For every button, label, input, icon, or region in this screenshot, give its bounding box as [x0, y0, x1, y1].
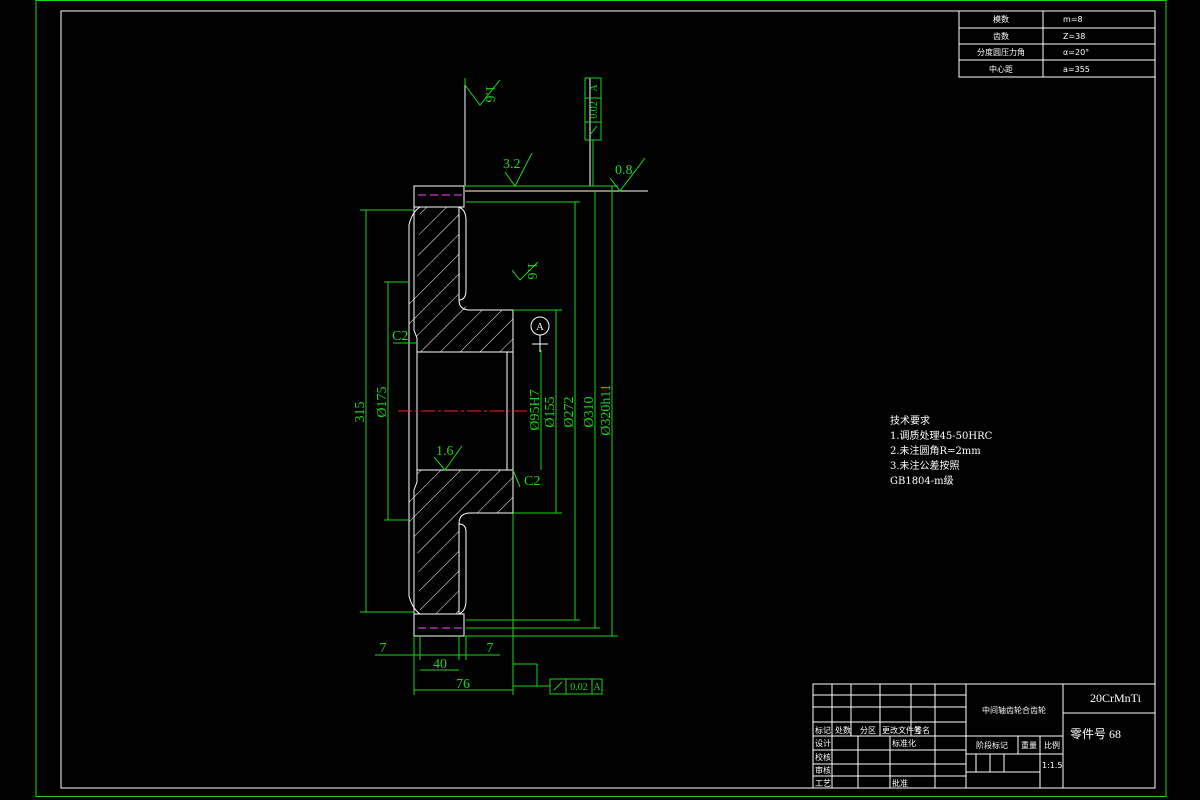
dim-76: 76: [456, 677, 470, 692]
roughness-right: 0.8: [615, 163, 633, 178]
hatch-region-upper: [409, 207, 513, 352]
dim-d272: Ø272: [562, 396, 577, 427]
param-value: m=8: [1063, 15, 1083, 24]
material: 20CrMnTi: [1090, 691, 1142, 705]
param-value: a=355: [1063, 65, 1090, 74]
tooth-band-bottom: [413, 613, 465, 637]
part-number: 零件号 68: [1070, 727, 1121, 741]
param-value: Z=38: [1063, 32, 1085, 41]
param-value: α=20°: [1063, 48, 1089, 57]
roughness-top-left: 1.6: [482, 85, 497, 103]
notes-line: 3.未注公差按照: [890, 461, 960, 472]
tolerance-frame-bottom: 0.02 A: [549, 678, 603, 695]
param-label: 分度圆压力角: [977, 47, 1025, 57]
dim-d155: Ø155: [543, 396, 558, 427]
notes-line: 1.调质处理45-50HRC: [890, 431, 993, 442]
roughness-top: 3.2: [503, 157, 521, 172]
col-chushu: 处数: [835, 725, 851, 735]
hatch-region-lower: [409, 470, 513, 614]
row-biaozhunhua: 标准化: [892, 738, 916, 748]
row-jiaohe: 校核: [815, 752, 831, 762]
dim-d310: Ø310: [582, 396, 597, 427]
row-sheji: 设计: [815, 738, 831, 748]
title-block: 标记 处数 分区 更改文件号 签名 设计 标准化 校核 审核 工艺 批准 阶段标…: [812, 683, 1156, 789]
part-name: 中间轴齿轮合齿轮: [982, 705, 1046, 715]
tolerance-datum: A: [593, 682, 601, 693]
row-gongyi: 工艺: [815, 779, 831, 788]
tolerance-frame-top: A 0.02: [584, 77, 602, 141]
cell-zhongliang: 重量: [1021, 740, 1037, 750]
chamfer-bottom: C2: [524, 474, 540, 489]
gear-section: [398, 78, 648, 637]
notes-line: 2.未注圆角R=2mm: [890, 446, 981, 457]
param-table: 模数 m=8 齿数 Z=38 分度圆压力角 α=20° 中心距 a=355: [958, 10, 1156, 78]
tolerance-value: 0.02: [589, 101, 600, 119]
dim-d320: Ø320h11: [599, 384, 614, 436]
roughness-bore: 1.6: [436, 444, 454, 459]
param-label: 中心距: [989, 64, 1013, 74]
param-label: 齿数: [993, 31, 1009, 41]
param-label: 模数: [993, 14, 1009, 24]
scale-value: 1:1.5: [1042, 761, 1063, 770]
tolerance-datum: A: [589, 84, 600, 92]
col-fenqu: 分区: [860, 726, 876, 735]
dim-7-left: 7: [380, 641, 387, 656]
roughness-hub: 1.6: [524, 262, 539, 280]
technical-notes: 技术要求 1.调质处理45-50HRC 2.未注圆角R=2mm 3.未注公差按照…: [890, 414, 992, 489]
notes-title: 技术要求: [890, 416, 930, 427]
tolerance-value: 0.02: [570, 682, 588, 693]
dim-d175: Ø175: [375, 386, 390, 417]
dim-d95: Ø95H7: [528, 389, 543, 430]
cell-bili: 比例: [1044, 740, 1060, 750]
dim-40: 40: [433, 657, 447, 672]
col-biaoji: 标记: [815, 725, 831, 735]
col-qianming: 签名: [914, 725, 930, 735]
dim-315: 315: [353, 402, 368, 423]
dim-7-right: 7: [487, 641, 494, 656]
cell-jieduan: 阶段标记: [976, 740, 1008, 750]
row-pizhun: 批准: [892, 778, 908, 788]
tooth-band-top: [413, 185, 465, 208]
datum-label: A: [536, 321, 544, 333]
drawing-sheet: 模数 m=8 齿数 Z=38 分度圆压力角 α=20° 中心距 a=355 31…: [35, 0, 1167, 797]
chamfer-top: C2: [392, 329, 408, 344]
row-shenhe: 审核: [815, 765, 831, 775]
notes-line: GB1804-m级: [890, 476, 954, 487]
